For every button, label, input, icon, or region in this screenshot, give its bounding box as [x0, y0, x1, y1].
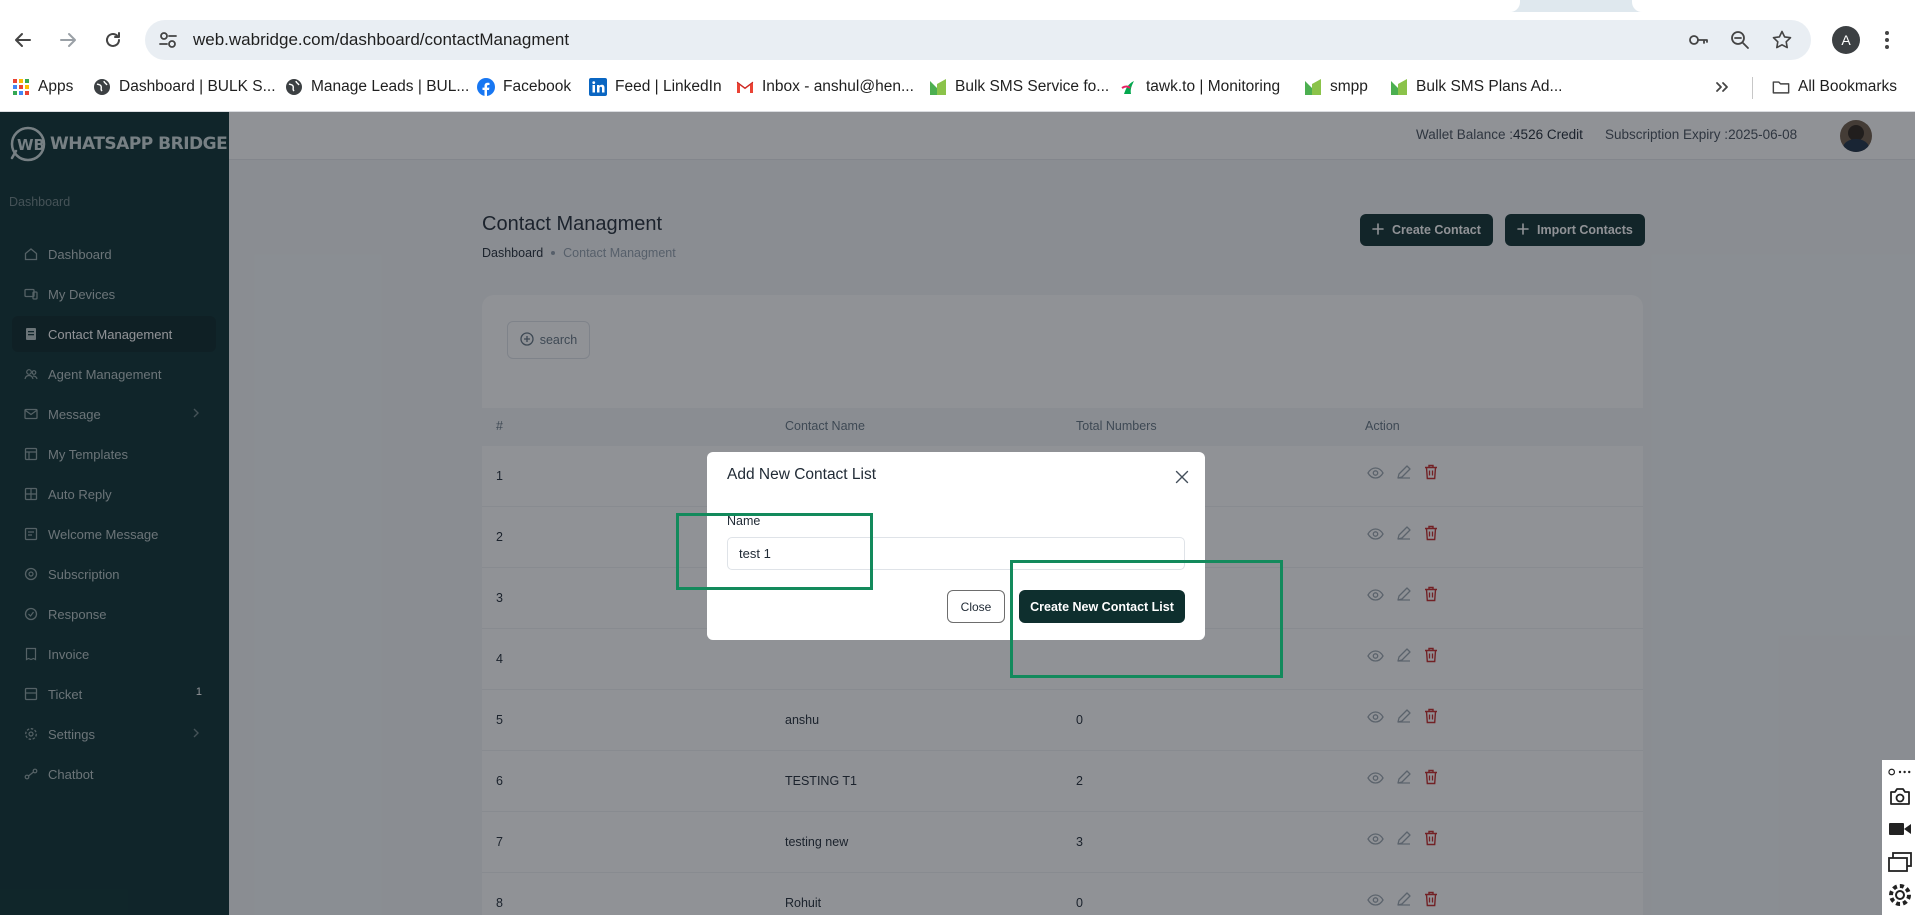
all-bookmarks[interactable]: All Bookmarks	[1772, 68, 1897, 106]
reload-icon	[106, 32, 120, 47]
bookmark-manage-leads[interactable]: Manage Leads | BUL...	[285, 68, 469, 106]
linkedin-icon	[589, 78, 607, 96]
globe-icon	[93, 78, 111, 96]
bookmarks-divider	[1752, 77, 1753, 99]
video-record-icon[interactable]	[1888, 817, 1912, 841]
more-menu-icon[interactable]	[1883, 28, 1891, 57]
annotation-highlight-name-field	[676, 513, 873, 590]
annotation-highlight-create-button	[1010, 560, 1283, 678]
reload-button[interactable]	[101, 28, 125, 52]
green-brand-icon	[929, 78, 947, 96]
bookmark-linkedin[interactable]: Feed | LinkedIn	[589, 68, 722, 106]
screen-window-icon[interactable]	[1888, 850, 1912, 874]
bookmark-dashboard-bulk[interactable]: Dashboard | BULK S...	[93, 68, 276, 106]
bookmark-smpp[interactable]: smpp	[1304, 68, 1368, 106]
profile-avatar[interactable]: A	[1832, 26, 1860, 54]
panel-settings-icon[interactable]	[1888, 883, 1912, 907]
tawk-icon	[1120, 78, 1138, 96]
bookmark-gmail-inbox[interactable]: Inbox - anshul@hen...	[736, 68, 914, 106]
close-button[interactable]: Close	[947, 590, 1005, 623]
arrow-left-icon	[15, 33, 31, 47]
address-bar[interactable]: web.wabridge.com/dashboard/contactManagm…	[145, 20, 1811, 60]
bookmark-bulk-sms-service[interactable]: Bulk SMS Service fo...	[929, 68, 1109, 106]
gmail-icon	[736, 78, 754, 96]
bookmark-star-icon[interactable]	[1771, 29, 1793, 51]
bookmark-apps[interactable]: Apps	[12, 68, 73, 106]
green-brand-icon	[1304, 78, 1322, 96]
arrow-right-icon	[60, 33, 76, 47]
folder-icon	[1772, 78, 1790, 96]
browser-tab[interactable]	[1632, 0, 1915, 12]
camera-icon[interactable]	[1888, 784, 1912, 808]
url-text[interactable]: web.wabridge.com/dashboard/contactManagm…	[193, 20, 569, 60]
back-button[interactable]	[11, 28, 35, 52]
modal-title: Add New Contact List	[727, 466, 877, 483]
bookmarks-bar: Apps Dashboard | BULK S... Manage Leads …	[0, 68, 1915, 112]
browser-tab-active[interactable]	[0, 0, 1520, 12]
forward-button[interactable]	[56, 28, 80, 52]
close-icon	[1175, 470, 1189, 484]
panel-more-icon[interactable]	[1888, 765, 1912, 779]
bookmark-tawk[interactable]: tawk.to | Monitoring	[1120, 68, 1280, 106]
screen-capture-panel	[1882, 760, 1915, 915]
bookmark-bulk-sms-plans[interactable]: Bulk SMS Plans Ad...	[1390, 68, 1562, 106]
browser-tab-strip	[0, 0, 1915, 12]
screenshot-root: web.wabridge.com/dashboard/contactManagm…	[0, 0, 1915, 915]
site-info-icon[interactable]	[157, 29, 179, 56]
bookmarks-overflow-icon[interactable]	[1714, 68, 1730, 106]
password-key-icon[interactable]	[1687, 29, 1709, 51]
green-brand-icon	[1390, 78, 1408, 96]
modal-close-button[interactable]	[1173, 468, 1191, 486]
facebook-icon	[477, 78, 495, 96]
zoom-icon[interactable]	[1729, 29, 1751, 51]
browser-toolbar: web.wabridge.com/dashboard/contactManagm…	[0, 12, 1915, 68]
globe-icon	[285, 78, 303, 96]
apps-grid-icon	[12, 78, 30, 96]
bookmark-facebook[interactable]: Facebook	[477, 68, 571, 106]
